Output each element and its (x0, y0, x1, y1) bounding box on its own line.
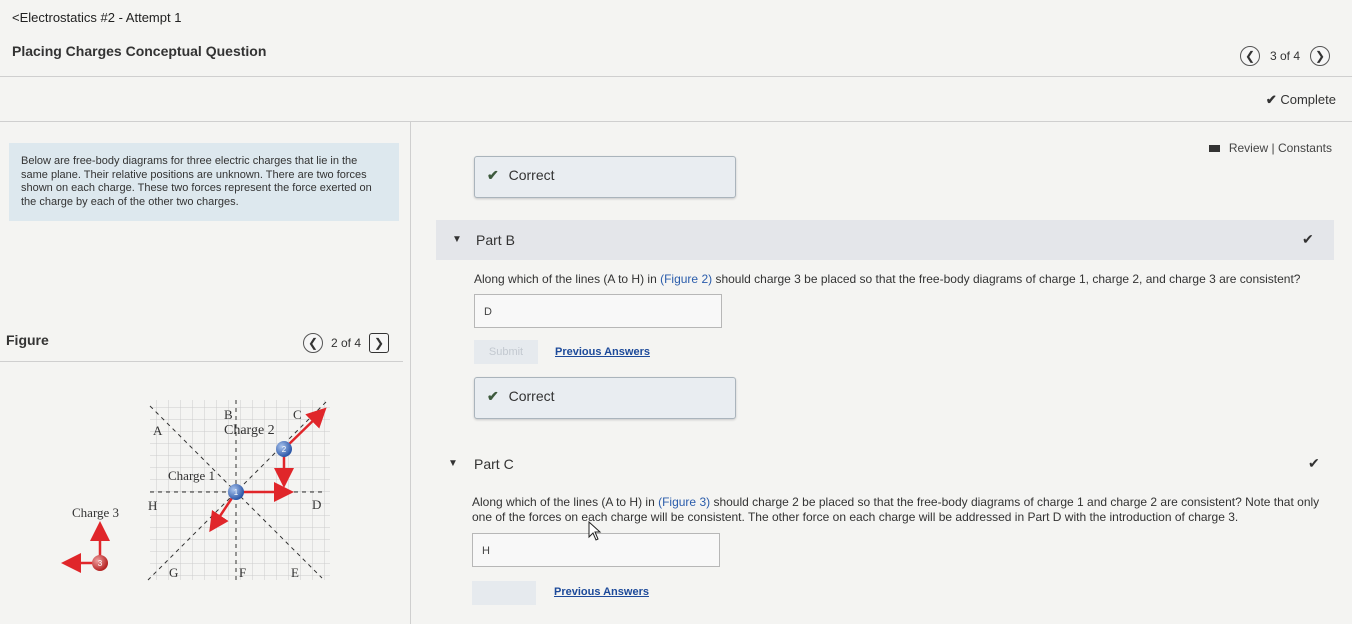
part-b-answer-field[interactable]: D (474, 294, 722, 328)
intro-text-box: Below are free-body diagrams for three e… (9, 143, 399, 221)
review-constants-label[interactable]: Review | Constants (1229, 141, 1332, 155)
figure-2-link[interactable]: (Figure 2) (660, 272, 712, 286)
toolbar-divider (0, 121, 1352, 122)
part-b-title[interactable]: Part B (476, 232, 515, 248)
question-text: should charge 3 be placed so that the fr… (712, 272, 1301, 286)
submit-label: Submit (488, 346, 524, 358)
part-a-feedback: ✔ Correct (474, 156, 736, 198)
question-text: Along which of the lines (A to H) in (472, 495, 659, 509)
check-icon: ✔ (1302, 231, 1314, 247)
answer-value: H (482, 545, 490, 557)
book-icon (1209, 145, 1221, 153)
line-label-e: E (291, 565, 299, 580)
feedback-label: Correct (508, 388, 555, 404)
intro-text: Below are free-body diagrams for three e… (21, 155, 372, 208)
part-c-title[interactable]: Part C (474, 456, 514, 472)
question-pager: ❮ 3 of 4 ❯ (1240, 46, 1331, 66)
line-label-c: C (293, 407, 302, 422)
figure-3-link[interactable]: (Figure 3) (658, 495, 710, 509)
figure-label: Figure (6, 332, 49, 348)
breadcrumb[interactable]: <Electrostatics #2 - Attempt 1 (12, 10, 181, 25)
prev-figure-button[interactable]: ❮ (303, 333, 323, 353)
part-c-submit-button[interactable] (472, 581, 536, 605)
collapse-caret-icon[interactable]: ▼ (448, 458, 458, 469)
part-b-previous-answers-link[interactable]: Previous Answers (555, 346, 650, 358)
charge-3-number: 3 (98, 559, 103, 568)
part-b-feedback: ✔ Correct (474, 377, 736, 419)
figure-pager-text: 2 of 4 (331, 336, 362, 350)
prev-question-button[interactable]: ❮ (1240, 46, 1260, 66)
charge-3-label: Charge 3 (72, 505, 119, 520)
part-c-previous-answers-link[interactable]: Previous Answers (554, 586, 649, 598)
next-figure-button[interactable]: ❯ (369, 333, 390, 353)
line-label-g: G (169, 565, 178, 580)
question-text: Along which of the lines (A to H) in (474, 272, 661, 286)
charge-1-number: 1 (234, 488, 239, 497)
charge-2-label: Charge 2 (224, 423, 275, 438)
check-icon: ✔ (1308, 455, 1320, 471)
part-b-submit-button[interactable]: Submit (474, 340, 538, 364)
free-body-diagram: 2 1 3 A B C D E F G H Charge 2 Charge 1 … (61, 400, 330, 581)
line-label-a: A (153, 423, 163, 438)
figure-divider (0, 361, 403, 362)
line-label-b: B (224, 407, 233, 422)
review-constants[interactable]: Review | Constants (1209, 141, 1332, 155)
check-icon: ✔ (487, 388, 499, 404)
status-complete: ✔ Complete (1266, 92, 1336, 108)
line-label-d: D (312, 497, 321, 512)
header-divider (0, 76, 1352, 77)
line-label-h: H (148, 498, 157, 513)
part-b-header[interactable]: ▼ Part B ✔ (436, 220, 1334, 260)
mouse-cursor-icon (588, 521, 602, 541)
answer-value: D (484, 306, 492, 318)
charge-1-label: Charge 1 (168, 468, 215, 483)
check-icon: ✔ (1265, 92, 1277, 107)
page-title: Placing Charges Conceptual Question (12, 43, 267, 59)
next-question-button[interactable]: ❯ (1310, 46, 1331, 66)
part-c-header[interactable]: ▼ Part C ✔ (436, 444, 1334, 484)
figure-pager: ❮ 2 of 4 ❯ (303, 333, 390, 353)
panel-divider (410, 122, 411, 624)
part-b-question: Along which of the lines (A to H) in (Fi… (474, 272, 1324, 287)
part-c-question: Along which of the lines (A to H) in (Fi… (472, 495, 1342, 525)
feedback-label: Correct (508, 167, 555, 183)
collapse-caret-icon[interactable]: ▼ (452, 234, 462, 245)
line-label-f: F (239, 565, 246, 580)
question-pager-text: 3 of 4 (1270, 49, 1301, 63)
charge-2-number: 2 (282, 445, 287, 454)
status-label: Complete (1280, 92, 1336, 107)
check-icon: ✔ (487, 167, 499, 183)
